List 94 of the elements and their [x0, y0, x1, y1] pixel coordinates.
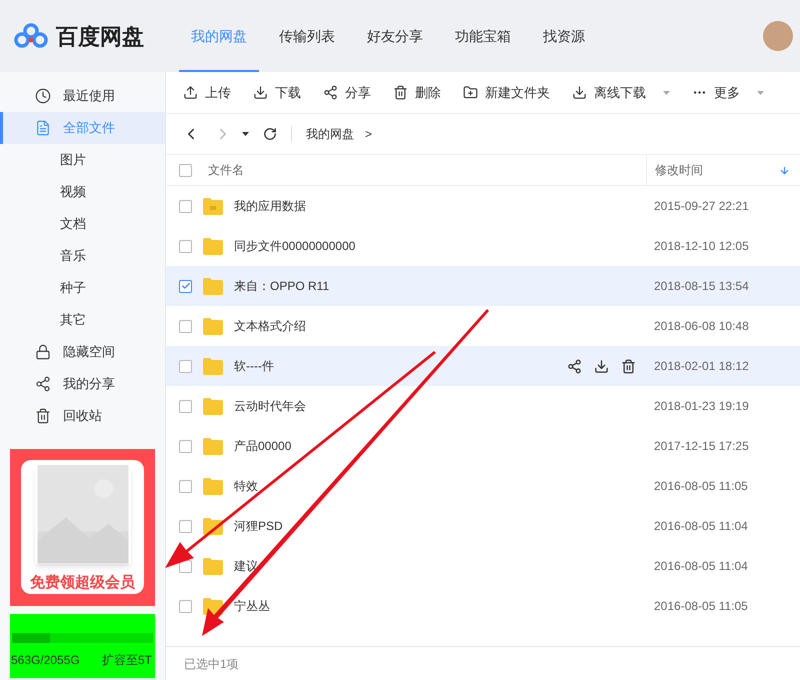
logo-text: 百度网盘 [56, 22, 144, 50]
lock-icon [35, 344, 51, 360]
checkbox[interactable] [179, 480, 192, 492]
folder-icon [203, 198, 223, 214]
nav-tab[interactable]: 传输列表 [267, 0, 347, 72]
checkbox[interactable] [179, 240, 192, 252]
toolbar-button[interactable]: 删除 [393, 82, 441, 102]
nav-tab[interactable]: 好友分享 [355, 0, 435, 72]
download-icon [253, 85, 268, 100]
checkbox[interactable] [179, 440, 192, 452]
column-header[interactable]: 修改时间 [655, 161, 703, 179]
share-icon [35, 376, 51, 392]
toolbar-button[interactable]: 下载 [253, 82, 301, 102]
sidebar-item[interactable]: 种子 [0, 272, 165, 304]
promo-text: 免费领超级会员 [30, 572, 135, 592]
checkbox[interactable] [179, 600, 192, 612]
refresh-icon[interactable] [263, 127, 277, 141]
folder-icon [203, 438, 223, 454]
clock-icon [35, 88, 51, 104]
breadcrumb-item[interactable]: 我的网盘 [306, 125, 354, 143]
file-name: 文本格式介绍 [234, 318, 307, 335]
file-name: 软----件 [234, 358, 275, 375]
file-name: 特效 [234, 478, 259, 495]
sidebar-item[interactable]: 我的分享 [0, 368, 165, 400]
sidebar-item[interactable]: 视频 [0, 176, 165, 208]
promo-card[interactable]: 免费领超级会员 [10, 449, 155, 606]
toolbar-button[interactable]: 更多 [692, 82, 764, 102]
upload-icon [183, 85, 198, 100]
folder-icon [203, 278, 223, 294]
toolbar-button[interactable]: 新建文件夹 [463, 82, 550, 102]
modified-time: 2018-06-08 10:48 [654, 318, 750, 335]
checkbox[interactable] [179, 280, 192, 292]
file-name: 我的应用数据 [234, 198, 307, 215]
folder-icon [203, 478, 223, 494]
file-name: 云动时代年会 [234, 398, 307, 415]
folder-icon [203, 318, 223, 334]
checkbox[interactable] [179, 360, 192, 372]
toolbar-button[interactable]: 离线下载 [572, 82, 670, 102]
storage-panel[interactable]: 563G/2055G 扩容至5T [10, 614, 155, 678]
cloud-logo-icon [14, 23, 48, 49]
sidebar-item[interactable]: 隐藏空间 [0, 336, 165, 368]
sidebar-item[interactable]: 最近使用 [0, 80, 165, 112]
modified-time: 2016-08-05 11:04 [654, 518, 749, 535]
toolbar-button[interactable]: 上传 [183, 82, 231, 102]
file-row[interactable]: 来自：OPPO R11 2018-08-15 13:54 [166, 266, 800, 306]
modified-time: 2018-12-10 12:05 [654, 238, 750, 255]
file-name: 河狸PSD [234, 518, 284, 535]
checkbox[interactable] [179, 400, 192, 412]
nav-tab[interactable]: 功能宝箱 [443, 0, 523, 72]
folder-icon [203, 558, 223, 574]
checkbox[interactable] [179, 320, 192, 332]
storage-usage: 563G/2055G [11, 652, 80, 669]
column-header[interactable]: 文件名 [208, 161, 646, 179]
avatar[interactable] [763, 21, 793, 51]
trash-icon [393, 85, 408, 100]
file-name: 产品00000 [234, 438, 292, 455]
sidebar-item[interactable]: 回收站 [0, 400, 165, 432]
modified-time: 2018-01-23 19:19 [654, 398, 750, 415]
sidebar-item[interactable]: 音乐 [0, 240, 165, 272]
breadcrumb-item[interactable]: > [365, 125, 372, 143]
sidebar-item[interactable]: 文档 [0, 208, 165, 240]
sort-icon[interactable] [779, 164, 790, 176]
file-name: 宁丛丛 [234, 598, 271, 615]
document-icon [35, 120, 51, 136]
trash-icon[interactable] [621, 358, 636, 374]
share-icon [323, 85, 338, 100]
modified-time: 2018-02-01 18:12 [654, 358, 750, 375]
sidebar-item[interactable]: 其它 [0, 304, 165, 336]
checkbox[interactable] [179, 520, 192, 532]
trash-icon [35, 408, 51, 424]
share-icon[interactable] [567, 358, 582, 374]
modified-time: 2016-08-05 11:05 [654, 598, 749, 615]
sidebar-item[interactable]: 图片 [0, 144, 165, 176]
toolbar-button[interactable]: 分享 [323, 82, 371, 102]
nav-tab[interactable]: 找资源 [531, 0, 597, 72]
modified-time: 2016-08-05 11:04 [654, 558, 749, 575]
modified-time: 2018-08-15 13:54 [654, 278, 750, 295]
download-icon[interactable] [594, 358, 609, 374]
upgrade-link[interactable]: 扩容至5T [102, 651, 152, 669]
modified-time: 2015-09-27 22:21 [654, 198, 750, 215]
checkbox[interactable] [179, 164, 192, 176]
folder-icon [203, 238, 223, 254]
checkbox[interactable] [179, 200, 192, 212]
folder-icon [203, 398, 223, 414]
file-name: 同步文件00000000000 [234, 238, 356, 255]
status-text: 已选中1项 [184, 656, 239, 672]
caret-icon[interactable] [242, 132, 249, 136]
folder-icon [203, 358, 223, 374]
modified-time: 2017-12-15 17:25 [654, 438, 750, 455]
file-name: 来自：OPPO R11 [234, 278, 330, 295]
modified-time: 2016-08-05 11:05 [654, 478, 749, 495]
file-row[interactable]: 软----件 2018-02-01 18:12 [166, 346, 800, 386]
new-folder-icon [463, 85, 478, 100]
download-icon [572, 85, 587, 100]
